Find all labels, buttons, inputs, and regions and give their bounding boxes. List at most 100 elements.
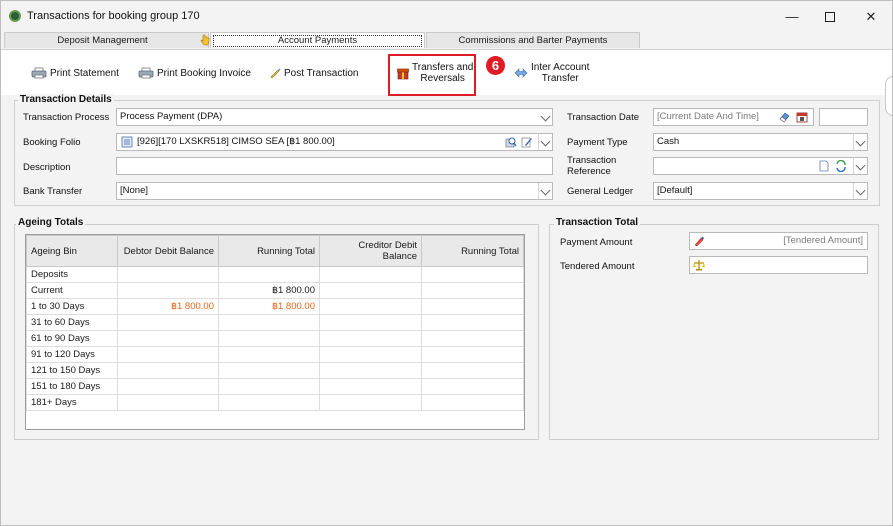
chevron-down-icon: [855, 136, 866, 147]
table-row[interactable]: 61 to 90 Days: [26, 330, 524, 347]
ageing-bin-cell: Current: [26, 282, 118, 299]
running-total-cell: ฿1 800.00: [218, 298, 320, 315]
table-row[interactable]: 31 to 60 Days: [26, 314, 524, 331]
payment-amount-label: Payment Amount: [560, 237, 633, 248]
chevron-down-icon: [540, 111, 551, 122]
creditor-running-total-cell: [421, 362, 524, 379]
post-transaction-button[interactable]: Post Transaction: [269, 67, 358, 79]
side-panel-handle[interactable]: [885, 76, 892, 116]
debtor-debit-balance-cell: [117, 378, 219, 395]
calendar-icon[interactable]: [796, 111, 808, 123]
ageing-bin-cell: 91 to 120 Days: [26, 346, 118, 363]
description-input[interactable]: [116, 157, 553, 175]
post-transaction-label: Post Transaction: [284, 67, 359, 79]
print-booking-invoice-label: Print Booking Invoice: [157, 67, 251, 79]
running-total-cell: [218, 394, 320, 411]
table-row[interactable]: 91 to 120 Days: [26, 346, 524, 363]
payment-amount-input[interactable]: [Tendered Amount]: [689, 232, 868, 250]
creditor-running-total-cell: [421, 394, 524, 411]
search-folio-icon[interactable]: [505, 136, 517, 148]
ageing-bin-cell: 151 to 180 Days: [26, 378, 118, 395]
ageing-bin-cell: Deposits: [26, 266, 118, 283]
running-total-cell: [218, 330, 320, 347]
app-logo-icon: [9, 10, 21, 22]
tab-commissions-barter[interactable]: Commissions and Barter Payments: [426, 32, 640, 48]
print-booking-invoice-button[interactable]: Print Booking Invoice: [138, 67, 251, 79]
hand-cursor-icon: [200, 34, 210, 46]
scales-icon: [693, 260, 705, 271]
transaction-reference-label-line1: Transaction: [567, 155, 617, 166]
table-row[interactable]: 121 to 150 Days: [26, 362, 524, 379]
minimize-button[interactable]: —: [771, 1, 813, 32]
bank-transfer-dropdown[interactable]: [None]: [116, 182, 553, 200]
transaction-reference-input[interactable]: [653, 157, 868, 175]
tab-label: Deposit Management: [57, 35, 148, 46]
pencil-edit-icon: [694, 236, 704, 247]
running-total-cell: [218, 266, 320, 283]
table-row[interactable]: 1 to 30 Days ฿1 800.00 ฿1 800.00: [26, 298, 524, 315]
payment-type-label: Payment Type: [567, 137, 628, 148]
dropdown-separator: [853, 183, 854, 199]
bank-transfer-value: [None]: [120, 185, 148, 196]
transaction-date-label: Transaction Date: [567, 112, 639, 123]
general-ledger-dropdown[interactable]: [Default]: [653, 182, 868, 200]
inter-account-transfer-button[interactable]: Inter Account Transfer: [514, 62, 589, 84]
payment-type-dropdown[interactable]: Cash: [653, 133, 868, 151]
folio-document-icon: [121, 136, 133, 148]
table-row[interactable]: 151 to 180 Days: [26, 378, 524, 395]
refresh-arrows-icon[interactable]: [835, 160, 847, 172]
creditor-debit-balance-cell: [319, 346, 422, 363]
transaction-date-input[interactable]: [Current Date And Time]: [653, 108, 814, 126]
debtor-debit-balance-cell: [117, 394, 219, 411]
dropdown-separator: [538, 134, 539, 150]
tab-account-payments[interactable]: Account Payments: [210, 32, 425, 48]
table-row[interactable]: 181+ Days: [26, 394, 524, 411]
column-header[interactable]: Creditor Debit Balance: [319, 235, 422, 267]
close-button[interactable]: ✕: [850, 1, 892, 32]
transfer-arrows-icon: [514, 68, 528, 78]
running-total-cell: [218, 346, 320, 363]
column-header[interactable]: Running Total: [421, 235, 524, 267]
creditor-running-total-cell: [421, 282, 524, 299]
running-total-cell: [218, 378, 320, 395]
creditor-debit-balance-cell: [319, 266, 422, 283]
debtor-debit-balance-cell: [117, 282, 219, 299]
column-header[interactable]: Debtor Debit Balance: [117, 235, 219, 267]
column-header[interactable]: Ageing Bin: [26, 235, 118, 267]
creditor-debit-balance-cell: [319, 394, 422, 411]
debtor-debit-balance-cell: [117, 266, 219, 283]
ageing-bin-cell: 1 to 30 Days: [26, 298, 118, 315]
transaction-time-input[interactable]: [819, 108, 868, 126]
booking-folio-value: [926][170 LXSKR518] CIMSO SEA [฿1 800.00…: [137, 136, 335, 147]
gift-box-icon: [397, 68, 409, 80]
transfers-label-line2: Reversals: [420, 73, 465, 84]
table-row[interactable]: Deposits: [26, 266, 524, 283]
creditor-debit-balance-cell: [319, 282, 422, 299]
payment-amount-placeholder: [Tendered Amount]: [783, 235, 863, 246]
tab-deposit-management[interactable]: Deposit Management: [4, 32, 210, 48]
column-header[interactable]: Running Total: [218, 235, 320, 267]
bank-transfer-label: Bank Transfer: [23, 186, 83, 197]
maximize-button[interactable]: [809, 1, 851, 32]
creditor-running-total-cell: [421, 330, 524, 347]
booking-folio-label: Booking Folio: [23, 137, 81, 148]
creditor-debit-balance-cell: [319, 298, 422, 315]
transaction-process-dropdown[interactable]: Process Payment (DPA): [116, 108, 553, 126]
payment-type-value: Cash: [657, 136, 680, 147]
booking-folio-dropdown[interactable]: [926][170 LXSKR518] CIMSO SEA [฿1 800.00…: [116, 133, 553, 151]
tab-label: Commissions and Barter Payments: [458, 35, 608, 46]
ageing-bin-cell: 181+ Days: [26, 394, 118, 411]
transfers-reversals-button[interactable]: Transfers and Reversals: [397, 62, 473, 84]
print-statement-button[interactable]: Print Statement: [31, 67, 119, 79]
transaction-process-label: Transaction Process: [23, 112, 110, 123]
edit-folio-icon[interactable]: [521, 136, 533, 148]
debtor-debit-balance-cell: [117, 362, 219, 379]
debtor-debit-balance-cell: ฿1 800.00: [117, 298, 219, 315]
document-icon[interactable]: [818, 160, 830, 172]
tendered-amount-input[interactable]: [689, 256, 868, 274]
ageing-bin-cell: 121 to 150 Days: [26, 362, 118, 379]
eraser-icon[interactable]: [778, 111, 790, 123]
creditor-debit-balance-cell: [319, 314, 422, 331]
table-row[interactable]: Current ฿1 800.00: [26, 282, 524, 299]
ageing-totals-legend: Ageing Totals: [16, 217, 86, 228]
